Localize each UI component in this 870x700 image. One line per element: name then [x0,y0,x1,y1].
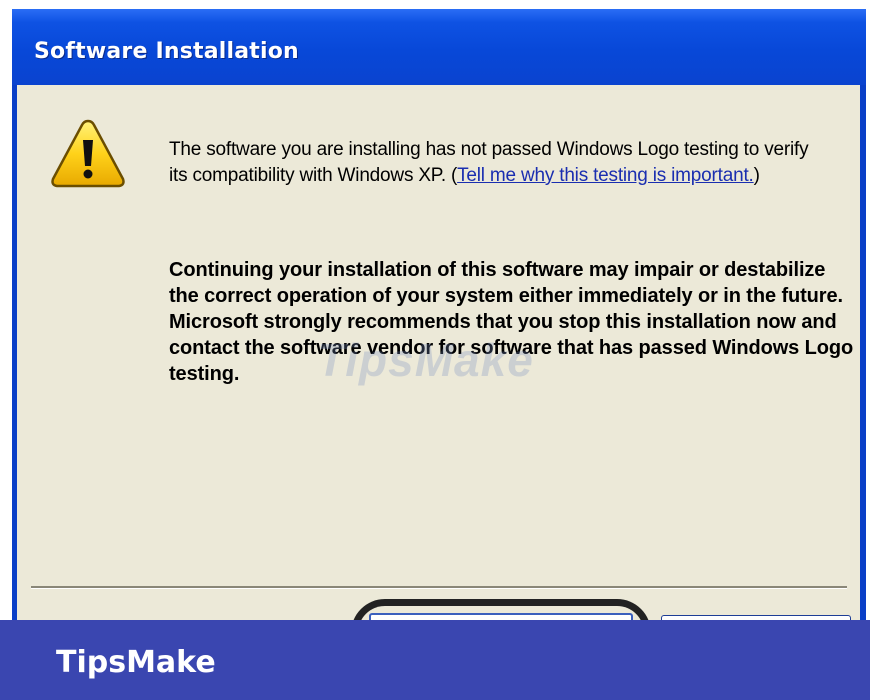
warning-icon [51,119,125,188]
tell-me-why-link[interactable]: Tell me why this testing is important. [457,165,754,186]
compatibility-message: The software you are installing has not … [169,137,829,189]
message-text-end: ) [753,165,760,186]
dialog-window: Software Installation The software you a… [12,9,866,700]
dialog-body: The software you are installing has not … [17,85,860,659]
title-bar[interactable]: Software Installation [12,9,866,85]
window-title: Software Installation [34,39,299,64]
brand-logo: TipsMake [56,645,216,680]
warning-message: Continuing your installation of this sof… [169,259,854,385]
separator [31,586,847,589]
